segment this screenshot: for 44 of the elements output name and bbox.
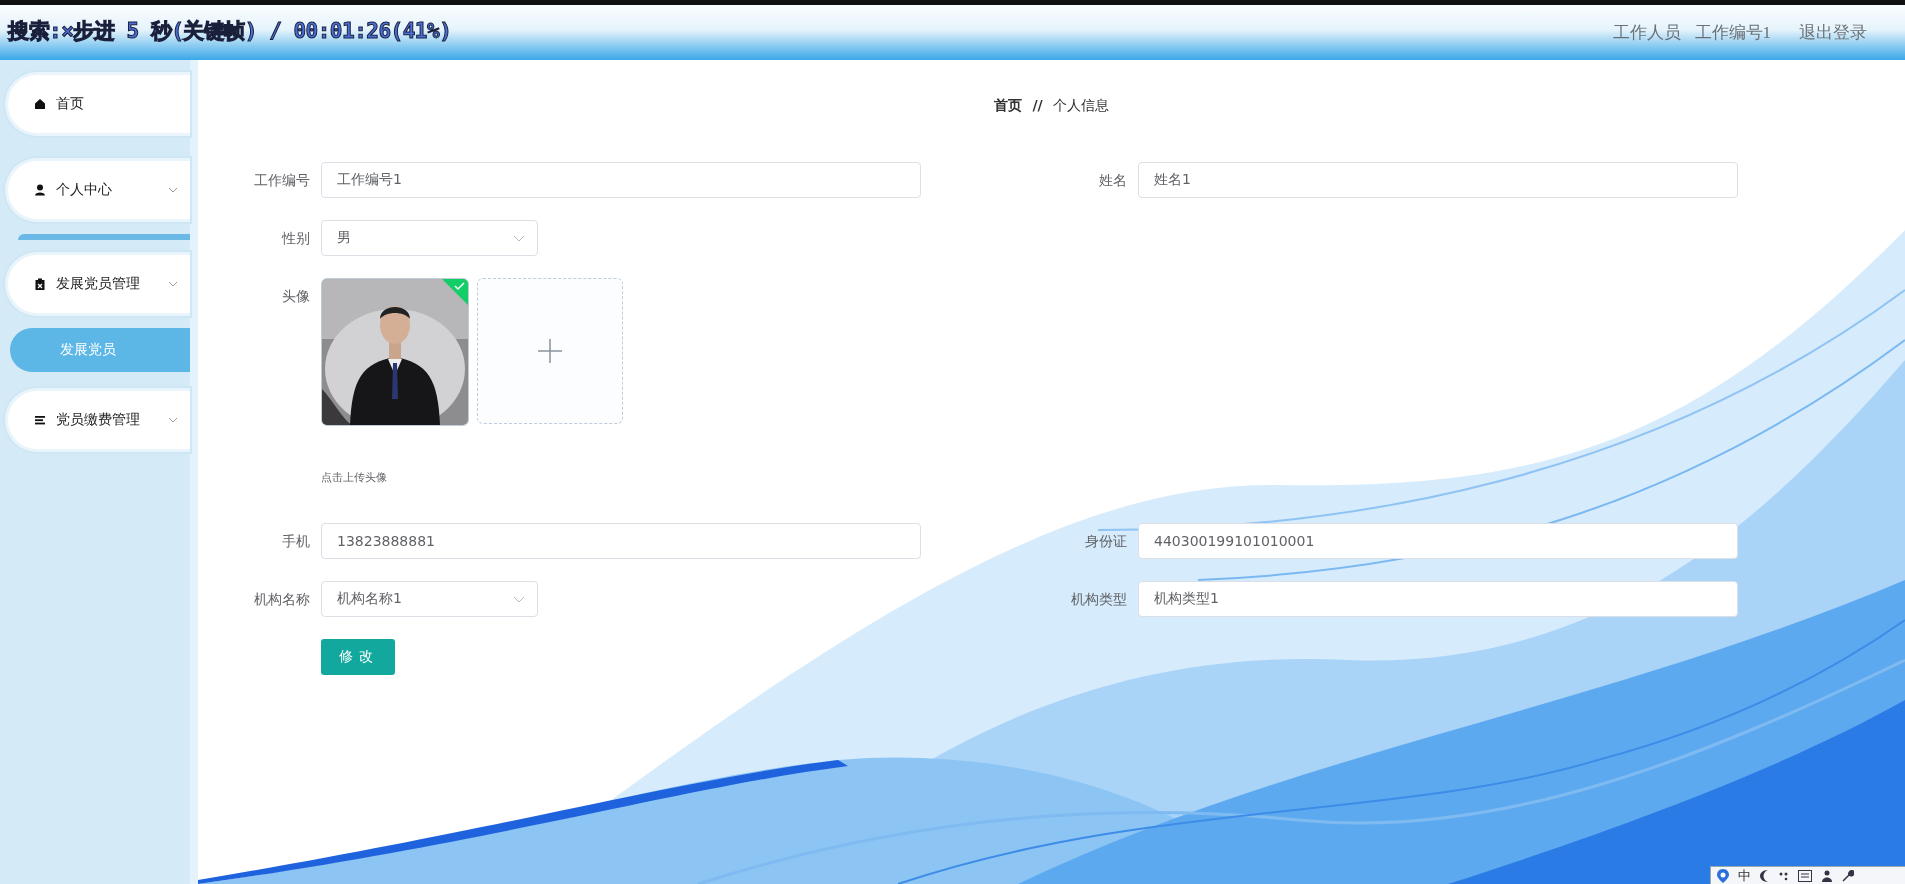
moon-icon <box>1760 869 1770 882</box>
chevron-down-icon <box>168 187 178 193</box>
list-icon <box>34 414 46 426</box>
plus-icon <box>538 339 562 363</box>
breadcrumb-item: 个人信息 <box>1052 97 1109 115</box>
field-label: 头像 <box>281 287 310 306</box>
chevron-down-icon <box>168 417 178 423</box>
video-overlay-text: 搜索:×步进 5 秒(关键帧) / 00:01:26(41%) <box>8 17 452 45</box>
input-mode-label[interactable]: 中 <box>1738 866 1751 884</box>
input-field[interactable]: 姓名1 <box>1138 162 1738 198</box>
field-label: 机构名称 <box>253 590 310 609</box>
chevron-down-icon <box>168 281 178 287</box>
wrench-icon <box>1842 869 1854 882</box>
field-label: 工作编号 <box>253 171 310 190</box>
input-field[interactable]: 440300199101010001 <box>1138 523 1738 559</box>
person-icon <box>34 184 46 196</box>
breadcrumb-item[interactable]: 首页 <box>994 97 1023 115</box>
sidebar-menu-item[interactable]: 首页 <box>5 72 190 136</box>
field-label: 机构类型 <box>1070 590 1127 609</box>
upload-box[interactable] <box>477 278 623 424</box>
input-field[interactable]: 工作编号1 <box>321 162 921 198</box>
user-role: 工作人员 <box>1612 22 1681 44</box>
clipboard-icon <box>34 278 46 290</box>
punctuation-icon <box>1779 870 1789 881</box>
person-icon <box>1821 869 1833 882</box>
input-field[interactable]: 13823888881 <box>321 523 921 559</box>
field-label: 性别 <box>280 229 310 248</box>
logout-link[interactable]: 退出登录 <box>1799 21 1867 44</box>
chevron-down-icon <box>513 234 525 242</box>
sidebar-menu-item[interactable]: 党员缴费管理 <box>5 388 190 452</box>
sidebar-menu-item[interactable]: 个人中心 <box>5 158 190 222</box>
select-field[interactable]: 男 <box>321 220 538 256</box>
field-label: 手机 <box>281 532 310 551</box>
field-label: 姓名 <box>1098 171 1127 190</box>
breadcrumb-separator: // <box>1032 97 1043 115</box>
user-name: 工作编号1 <box>1694 22 1771 44</box>
home-icon <box>34 98 46 110</box>
input-field[interactable]: 机构类型1 <box>1138 581 1738 617</box>
select-field[interactable]: 机构名称1 <box>321 581 538 617</box>
keyboard-icon <box>1798 869 1812 882</box>
upload-hint: 点击上传头像 <box>321 470 388 485</box>
sidebar-menu-item[interactable]: 发展党员管理 <box>5 252 190 316</box>
field-label: 身份证 <box>1084 532 1127 551</box>
chevron-down-icon <box>513 595 525 603</box>
